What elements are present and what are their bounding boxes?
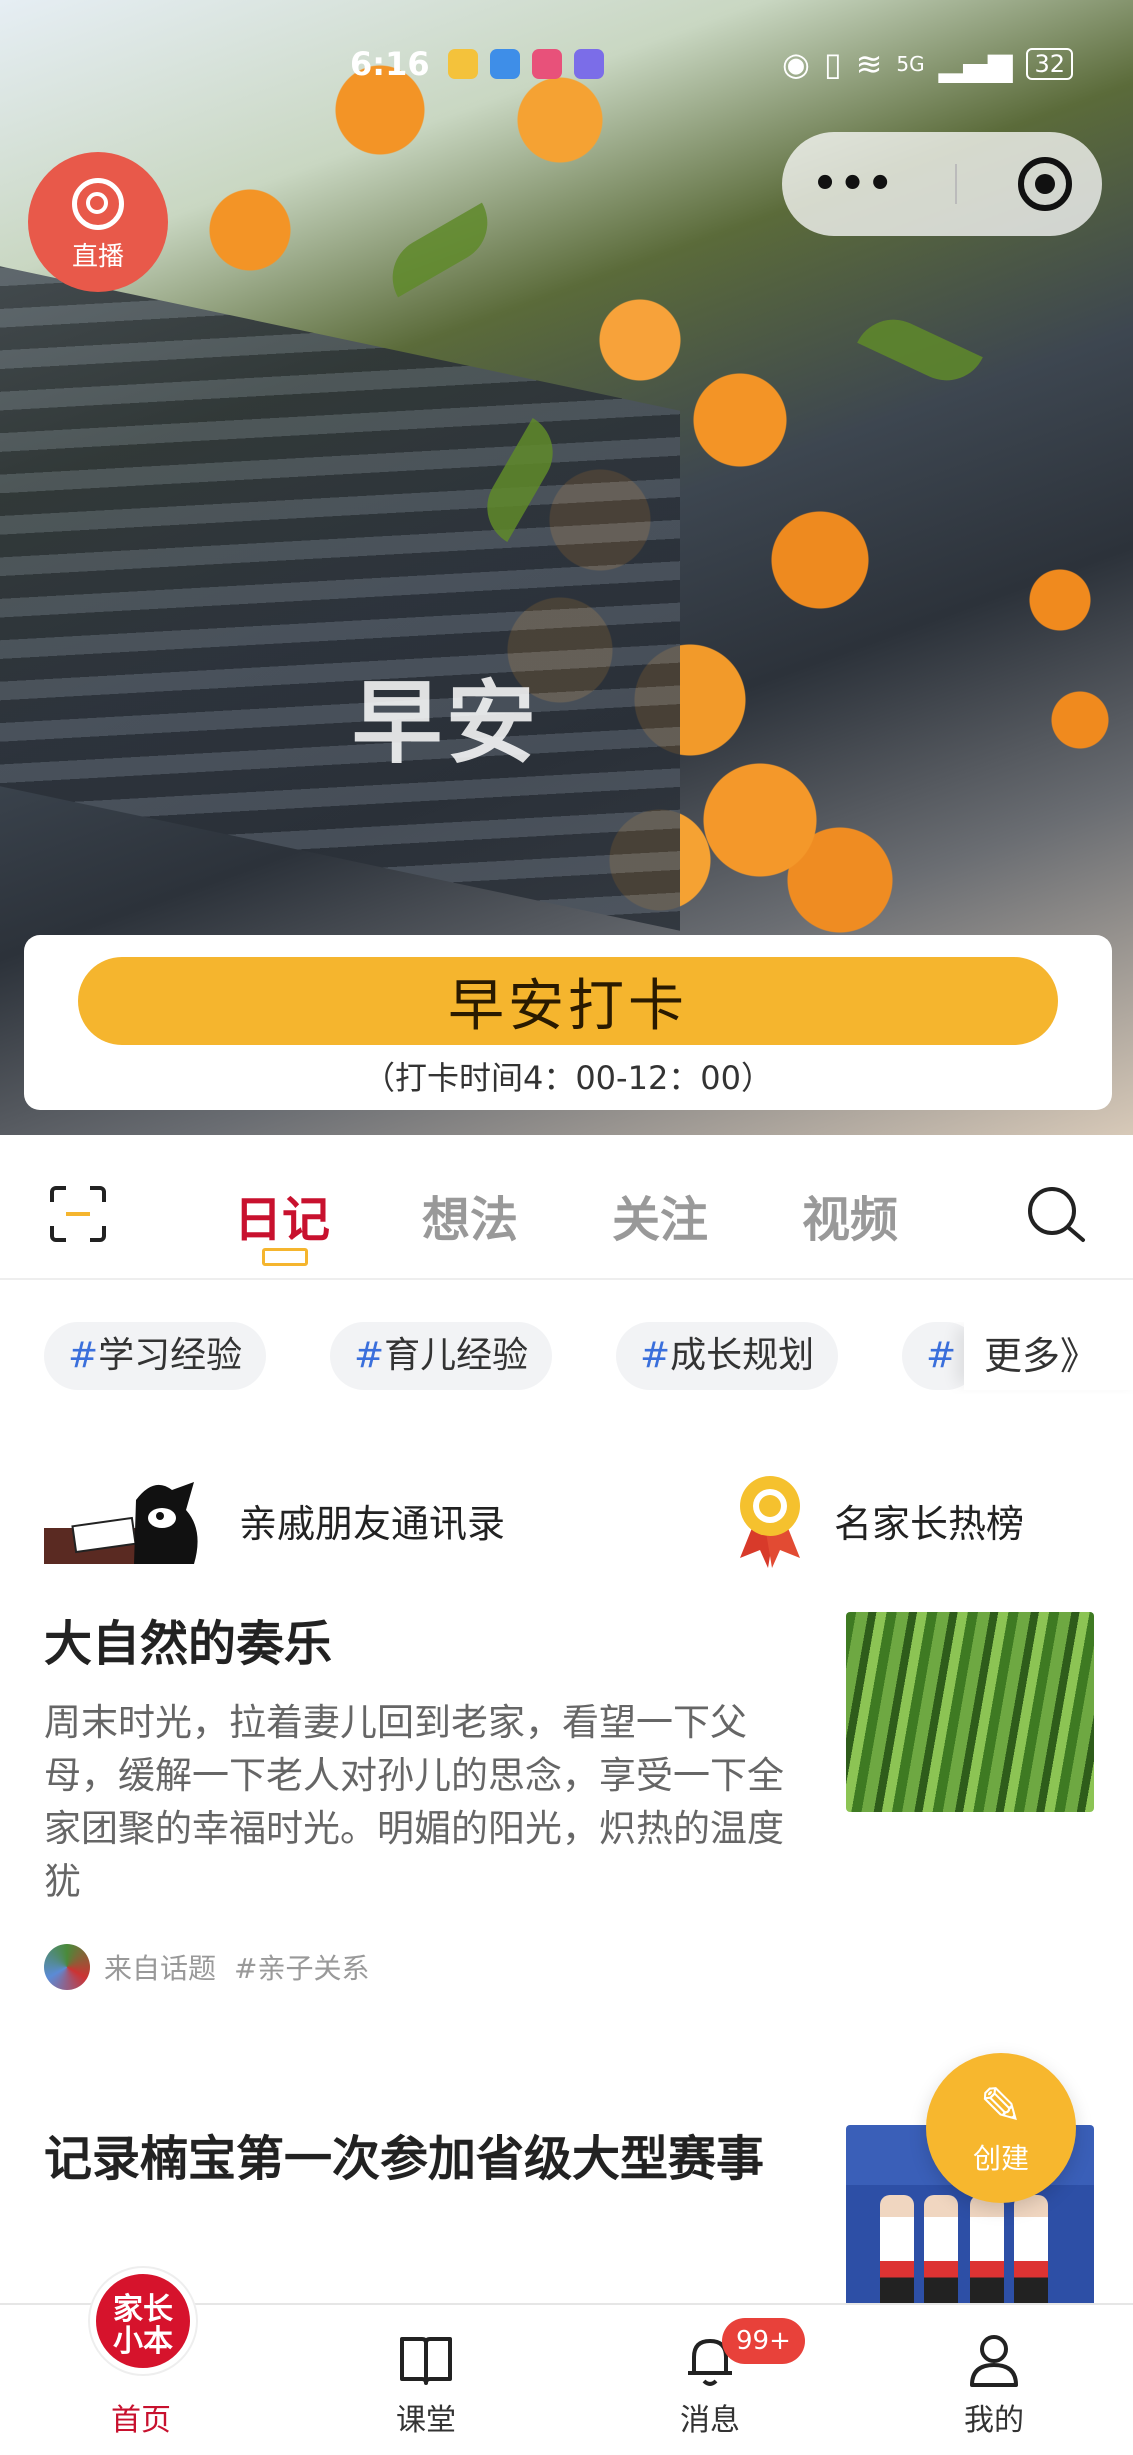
top-parents-link[interactable]: 名家长热榜 bbox=[734, 1470, 1024, 1570]
home-logo[interactable]: 家长 小本 bbox=[90, 2268, 196, 2374]
message-badge: 99+ bbox=[722, 2318, 805, 2364]
greeting-text: 早安 bbox=[352, 671, 540, 776]
post-meta: 来自话题 #亲子关系 bbox=[44, 1944, 1094, 1990]
hashtag-chip[interactable]: #成长规划 bbox=[616, 1322, 839, 1390]
hashtag-row: #学习经验 #育儿经验 #成长规划 # 更多》 bbox=[44, 1322, 1133, 1394]
status-bar: 6:16 ◉ ▯ ≋ 5G ▂▄▆ 32 bbox=[350, 40, 1073, 88]
create-label: 创建 bbox=[972, 2142, 1029, 2175]
post-excerpt: 周末时光，拉着妻儿回到老家，看望一下父母，缓解一下老人对孙儿的思念，享受一下全家… bbox=[44, 1701, 784, 1903]
contacts-link[interactable]: 亲戚朋友通讯录 bbox=[44, 1470, 505, 1570]
checkin-card: 早安打卡 （打卡时间4：00-12：00） bbox=[24, 935, 1112, 1110]
app-notification-icon bbox=[447, 49, 478, 79]
miniapp-capsule: ••• bbox=[782, 132, 1102, 236]
post-topic[interactable]: #亲子关系 bbox=[234, 1947, 369, 1987]
post-title: 记录楠宝第一次参加省级大型赛事 bbox=[44, 2131, 765, 2187]
more-tags-button[interactable]: 更多》 bbox=[964, 1322, 1133, 1390]
post-source: 来自话题 bbox=[104, 1952, 217, 1985]
live-button[interactable]: 直播 bbox=[28, 152, 168, 292]
capsule-divider bbox=[955, 164, 958, 204]
user-icon[interactable] bbox=[964, 2329, 1024, 2389]
tab-following[interactable]: 关注 bbox=[612, 1180, 708, 1250]
home-logo-line1: 家长 bbox=[113, 2292, 173, 2327]
book-icon[interactable] bbox=[396, 2329, 456, 2389]
hero-banner: 早安 6:16 ◉ ▯ ≋ 5G ▂▄▆ 32 直播 ••• 早安打卡 （打卡时… bbox=[0, 0, 1133, 1135]
music-icon bbox=[573, 49, 604, 79]
checkin-time-text: （打卡时间4：00-12：00） bbox=[362, 1059, 774, 1097]
checkin-button[interactable]: 早安打卡 bbox=[78, 957, 1058, 1045]
post-title: 大自然的奏乐 bbox=[44, 1616, 333, 1672]
medal-icon bbox=[740, 1476, 800, 1568]
nav-home[interactable]: 首页 bbox=[51, 2395, 231, 2439]
avatar bbox=[44, 1944, 90, 1990]
hashtag-chip[interactable]: #学习经验 bbox=[44, 1322, 267, 1390]
hashtag-chip[interactable]: #育儿经验 bbox=[330, 1322, 553, 1390]
eye-icon: ◉ bbox=[782, 45, 810, 83]
search-icon[interactable] bbox=[1025, 1184, 1087, 1246]
active-tab-indicator bbox=[262, 1248, 308, 1266]
pencil-icon: ✎ bbox=[979, 2077, 1023, 2137]
app-notification-icon bbox=[531, 49, 562, 79]
tab-thoughts[interactable]: 想法 bbox=[422, 1180, 518, 1250]
vibrate-icon: ▯ bbox=[823, 45, 842, 83]
leaf-decoration bbox=[857, 306, 983, 394]
dog-reading-icon bbox=[44, 1482, 198, 1564]
close-miniapp-icon[interactable] bbox=[1017, 157, 1072, 211]
contacts-label: 亲戚朋友通讯录 bbox=[239, 1501, 506, 1546]
nav-profile[interactable]: 我的 bbox=[904, 2395, 1084, 2439]
content-tabs: 日记 想法 关注 视频 bbox=[0, 1148, 1133, 1280]
post-card[interactable]: 大自然的奏乐 周末时光，拉着妻儿回到老家，看望一下父母，缓解一下老人对孙儿的思念… bbox=[44, 1610, 1094, 1990]
live-icon bbox=[72, 178, 124, 230]
more-options-icon[interactable]: ••• bbox=[812, 161, 895, 207]
create-button[interactable]: ✎ 创建 bbox=[926, 2053, 1076, 2203]
live-label: 直播 bbox=[71, 242, 124, 272]
nav-messages[interactable]: 消息 bbox=[620, 2395, 800, 2439]
scan-icon[interactable] bbox=[48, 1184, 108, 1244]
status-time: 6:16 bbox=[350, 45, 430, 83]
wifi-icon: ≋ bbox=[855, 45, 883, 83]
post-thumbnail bbox=[846, 1612, 1094, 1812]
tab-video[interactable]: 视频 bbox=[802, 1180, 898, 1250]
top-parents-label: 名家长热榜 bbox=[834, 1501, 1025, 1546]
network-label: 5G bbox=[896, 52, 925, 76]
signal-icon: ▂▄▆ bbox=[938, 45, 1013, 83]
home-logo-line2: 小本 bbox=[113, 2324, 173, 2359]
nav-classroom[interactable]: 课堂 bbox=[336, 2395, 516, 2439]
battery-icon: 32 bbox=[1026, 48, 1073, 80]
leaf-decoration bbox=[378, 202, 502, 298]
roof-decoration bbox=[0, 249, 680, 931]
app-notification-icon bbox=[489, 49, 520, 79]
tab-diary[interactable]: 日记 bbox=[234, 1180, 330, 1250]
